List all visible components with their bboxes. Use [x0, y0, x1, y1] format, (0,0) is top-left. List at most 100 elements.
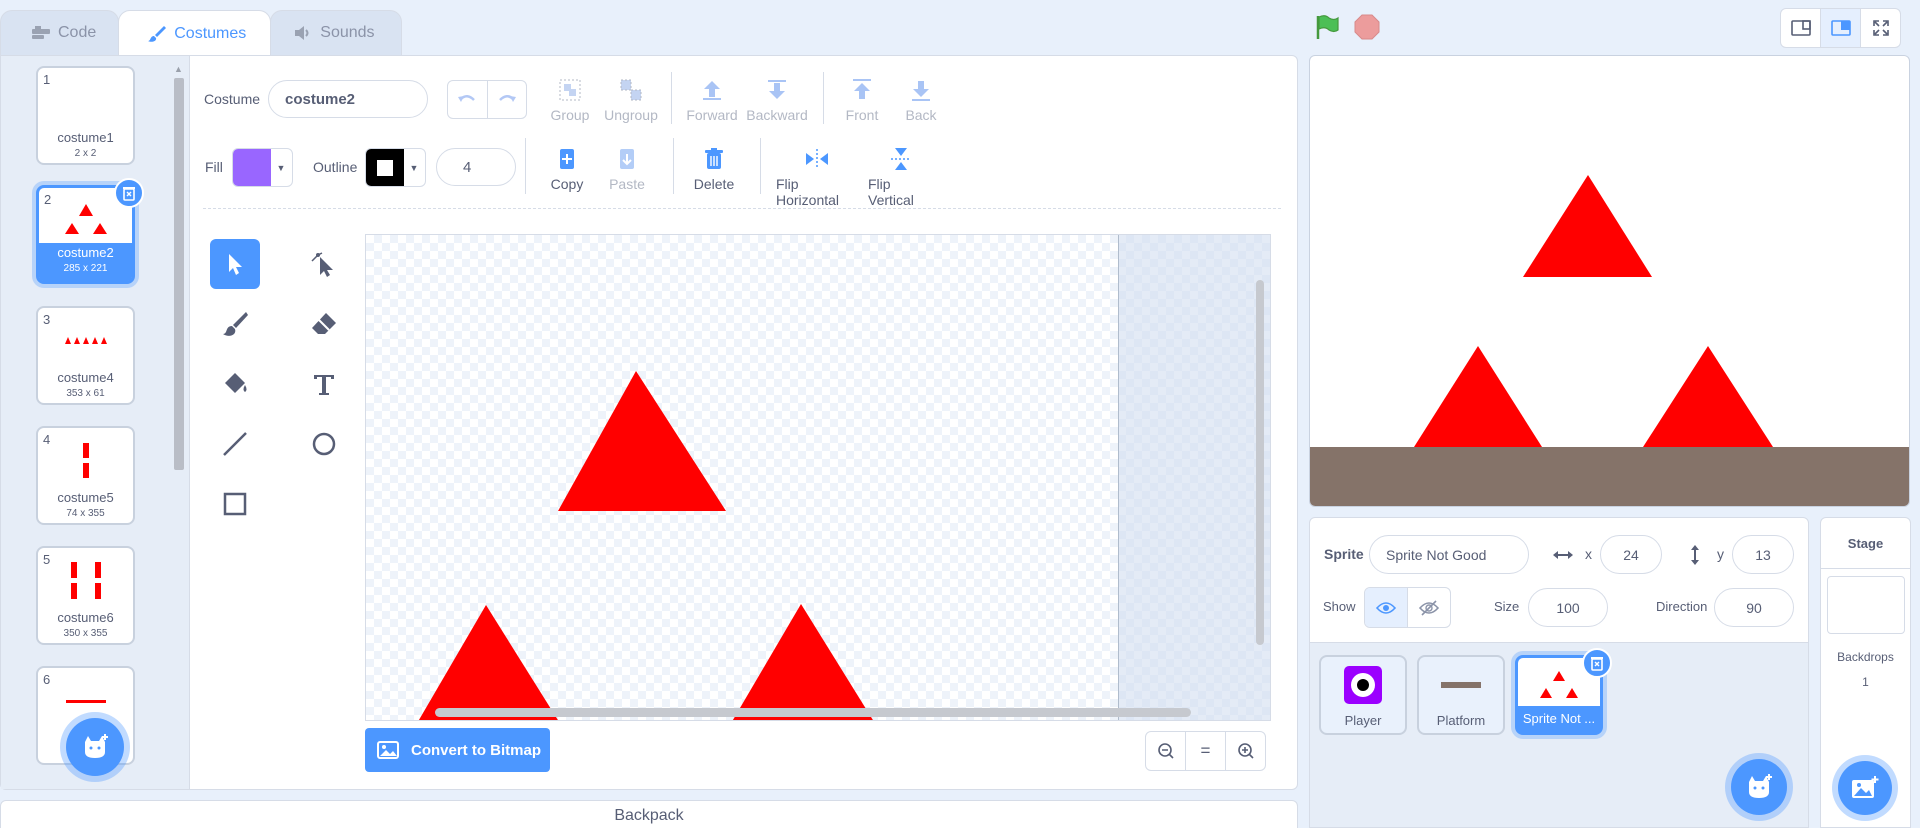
- sprite-thumbnail: [1419, 663, 1503, 707]
- backpack-header[interactable]: Backpack: [0, 800, 1298, 828]
- tab-code[interactable]: Code: [0, 10, 120, 55]
- costume-item[interactable]: 4 costume5 74 x 355: [36, 426, 135, 525]
- outline-color-picker[interactable]: ▼: [365, 148, 426, 187]
- costume-thumbnail: [38, 436, 133, 486]
- sprite-tile-selected[interactable]: Sprite Not ...: [1515, 648, 1612, 735]
- undo-button[interactable]: [448, 81, 488, 118]
- sprite-tile[interactable]: Player: [1319, 655, 1407, 735]
- select-tool[interactable]: [210, 239, 260, 289]
- copy-icon: [560, 149, 574, 169]
- eye-icon: [1376, 601, 1396, 614]
- costume-item[interactable]: 1 costume1 2 x 2: [36, 66, 135, 165]
- circle-tool[interactable]: [299, 419, 349, 469]
- small-stage-button[interactable]: [1781, 9, 1820, 47]
- choose-costume-button[interactable]: [66, 718, 124, 776]
- fill-color-picker[interactable]: ▼: [232, 148, 293, 187]
- trash-icon: [123, 187, 135, 201]
- rectangle-tool[interactable]: [210, 479, 260, 529]
- copy-button[interactable]: Copy: [551, 146, 583, 192]
- normal-stage-icon: [1830, 20, 1851, 36]
- convert-to-bitmap-button[interactable]: Convert to Bitmap: [365, 728, 550, 772]
- costume-item[interactable]: 3 costume4 353 x 61: [36, 306, 135, 405]
- size-input[interactable]: 100: [1528, 588, 1608, 627]
- fullscreen-icon: [1872, 20, 1889, 36]
- delete-button[interactable]: Delete: [694, 146, 734, 192]
- costume-item-selected[interactable]: 2 costume2 285 x 221: [36, 178, 144, 284]
- red-triangle: [558, 371, 726, 511]
- zoom-in-button[interactable]: [1225, 732, 1265, 770]
- show-hidden-button[interactable]: [1407, 588, 1450, 627]
- tab-costumes[interactable]: Costumes: [118, 10, 272, 56]
- delete-costume-button[interactable]: [114, 178, 144, 208]
- scroll-up-icon[interactable]: ▲: [174, 64, 183, 74]
- flip-horizontal-button[interactable]: Flip Horizontal: [776, 146, 858, 208]
- delete-sprite-button[interactable]: [1582, 648, 1612, 678]
- trash-icon: [1591, 657, 1603, 671]
- flip-vertical-button[interactable]: Flip Vertical: [868, 146, 934, 208]
- outline-width-input[interactable]: 4: [436, 148, 516, 186]
- eraser-tool[interactable]: [299, 299, 349, 349]
- paste-button[interactable]: Paste: [609, 146, 645, 192]
- paint-canvas[interactable]: [365, 234, 1271, 721]
- sprite-tile[interactable]: Platform: [1417, 655, 1505, 735]
- fullscreen-button[interactable]: [1860, 9, 1900, 47]
- brush-icon: [148, 25, 167, 42]
- red-triangle: [418, 605, 558, 720]
- editor-tabs: Code Costumes Sounds: [0, 10, 402, 56]
- canvas-vertical-scrollbar[interactable]: [1256, 280, 1264, 645]
- sprite-name: Player: [1344, 713, 1382, 728]
- y-input[interactable]: 13: [1732, 535, 1794, 574]
- x-label: x: [1585, 546, 1592, 562]
- green-flag-icon[interactable]: [1313, 13, 1341, 41]
- zoom-reset-button[interactable]: =: [1185, 732, 1225, 770]
- costume-size: 285 x 221: [63, 263, 108, 274]
- stop-icon[interactable]: [1354, 14, 1380, 40]
- vertical-arrows-icon: [1691, 545, 1699, 565]
- backdrop-plus-icon: [1852, 776, 1879, 798]
- fill-tool[interactable]: [210, 359, 260, 409]
- zoom-out-button[interactable]: [1146, 732, 1185, 770]
- tab-sounds[interactable]: Sounds: [270, 10, 402, 55]
- y-label: y: [1717, 546, 1724, 562]
- stage-canvas[interactable]: [1309, 55, 1910, 507]
- ungroup-icon: [620, 79, 642, 101]
- zoom-controls: =: [1145, 731, 1266, 771]
- reshape-tool[interactable]: [299, 239, 349, 289]
- speaker-icon: [295, 26, 309, 40]
- flip-horizontal-icon: [806, 149, 828, 169]
- back-button[interactable]: Back: [903, 77, 939, 123]
- text-tool[interactable]: [299, 359, 349, 409]
- backdrop-thumbnail: [1827, 576, 1905, 634]
- size-label: Size: [1494, 599, 1520, 614]
- costume-name-input[interactable]: costume2: [268, 80, 428, 118]
- undo-redo-group: [447, 80, 527, 119]
- brush-tool[interactable]: [210, 299, 260, 349]
- sprite-name-input[interactable]: Sprite Not Good: [1369, 535, 1529, 574]
- forward-icon: [703, 81, 721, 100]
- direction-input[interactable]: 90: [1714, 588, 1794, 627]
- costume-name: costume2: [57, 245, 114, 260]
- costume-list-scrollbar[interactable]: [174, 78, 184, 470]
- forward-button[interactable]: Forward: [686, 77, 738, 123]
- normal-stage-button[interactable]: [1820, 9, 1860, 47]
- stage-ground: [1310, 447, 1909, 506]
- stage-layout-controls: [1780, 8, 1901, 48]
- zoom-in-icon: [1237, 743, 1254, 759]
- show-visible-button[interactable]: [1365, 588, 1407, 627]
- choose-backdrop-button[interactable]: [1838, 761, 1892, 815]
- redo-button[interactable]: [488, 81, 527, 118]
- front-button[interactable]: Front: [843, 77, 881, 123]
- x-input[interactable]: 24: [1600, 535, 1662, 574]
- choose-sprite-button[interactable]: [1731, 759, 1787, 815]
- ungroup-button[interactable]: Ungroup: [604, 77, 658, 123]
- text-icon: [314, 375, 334, 395]
- costume-list: ▲ ▼ 1 costume1 2 x 2 2 costume2 285 x 22…: [1, 56, 190, 789]
- costume-drawing: [418, 371, 873, 720]
- group-button[interactable]: Group: [550, 77, 590, 123]
- canvas-horizontal-scrollbar[interactable]: [435, 708, 1191, 717]
- paste-icon: [620, 149, 634, 169]
- costume-thumbnail: [38, 316, 133, 366]
- backward-button[interactable]: Backward: [746, 77, 808, 123]
- costume-item[interactable]: 5 costume6 350 x 355: [36, 546, 135, 645]
- line-tool[interactable]: [210, 419, 260, 469]
